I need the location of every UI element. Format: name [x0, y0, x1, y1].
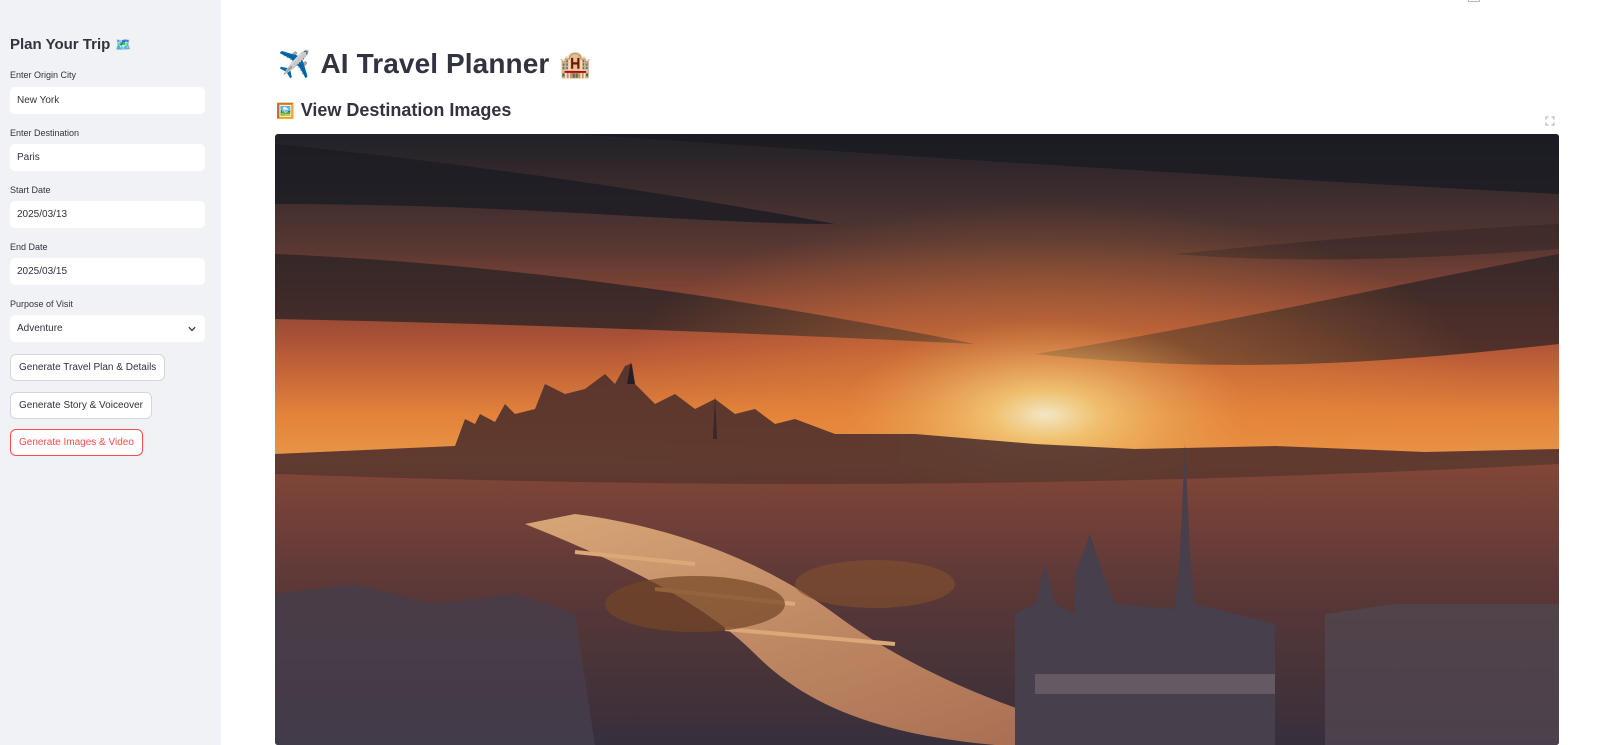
framed-picture-icon: 🖼️ [276, 102, 295, 120]
generate-images-video-button[interactable]: Generate Images & Video [10, 429, 143, 456]
destination-image [275, 134, 1559, 745]
origin-label: Enter Origin City [10, 70, 77, 80]
fullscreen-icon[interactable] [1545, 116, 1555, 126]
app-window: Plan Your Trip 🗺️ Enter Origin City New … [0, 0, 1600, 745]
toolbar-icon[interactable] [1468, 0, 1480, 2]
world-map-icon: 🗺️ [115, 36, 132, 52]
destination-input[interactable]: Paris [10, 144, 205, 171]
end-date-input[interactable]: 2025/03/15 [10, 258, 205, 285]
end-date-label: End Date [10, 242, 48, 252]
hotel-icon: 🏨 [559, 48, 592, 79]
page-title: ✈️ AI Travel Planner 🏨 [278, 48, 592, 80]
sidebar: Plan Your Trip 🗺️ Enter Origin City New … [0, 0, 221, 745]
paris-sunset-skyline-image [275, 134, 1559, 745]
sidebar-title-text: Plan Your Trip [10, 36, 111, 53]
generate-story-button[interactable]: Generate Story & Voiceover [10, 392, 152, 419]
purpose-select[interactable]: Adventure [10, 315, 205, 342]
generate-travel-plan-button[interactable]: Generate Travel Plan & Details [10, 354, 166, 381]
section-title-text: View Destination Images [300, 100, 512, 120]
sidebar-title: Plan Your Trip 🗺️ [10, 36, 132, 53]
destination-label: Enter Destination [10, 128, 80, 138]
purpose-select-value: Adventure [17, 323, 63, 334]
airplane-icon: ✈️ [278, 48, 311, 79]
start-date-label: Start Date [10, 185, 51, 195]
start-date-input[interactable]: 2025/03/13 [10, 201, 205, 228]
section-title: 🖼️ View Destination Images [276, 100, 511, 121]
origin-city-input[interactable]: New York [10, 87, 205, 114]
chevron-down-icon [188, 326, 196, 331]
purpose-label: Purpose of Visit [10, 299, 73, 309]
page-title-text: AI Travel Planner [320, 48, 550, 79]
